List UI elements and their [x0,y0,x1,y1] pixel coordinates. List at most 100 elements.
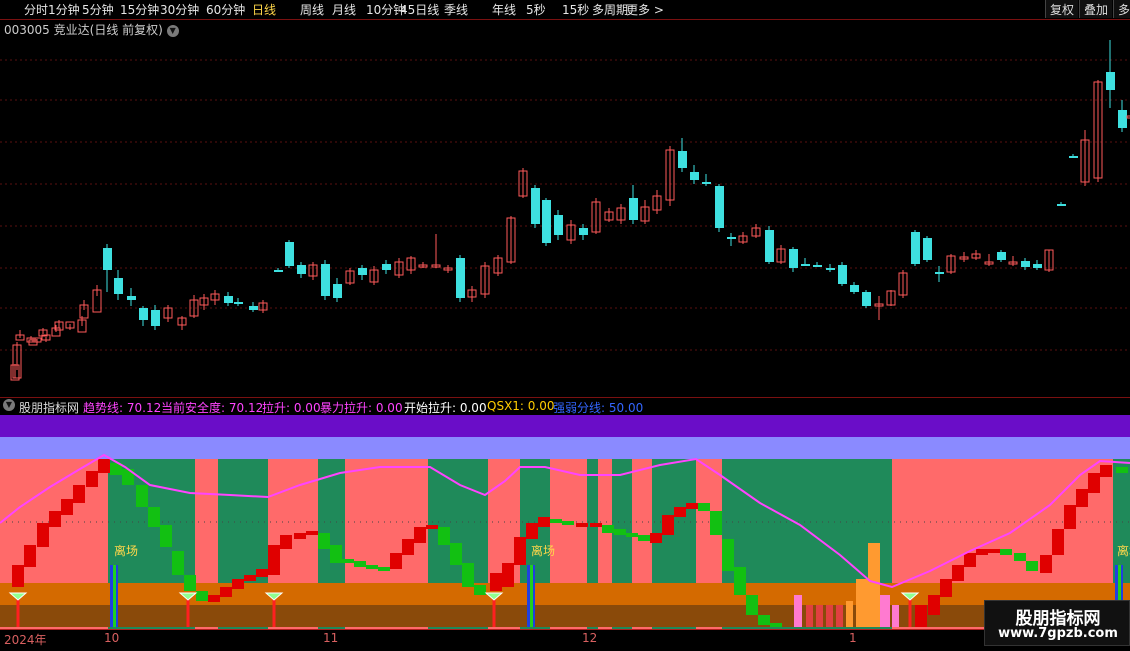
step-bar-down [722,539,734,571]
candle-body [1021,261,1030,267]
step-bar-up [244,575,256,581]
indicator-param-0: 趋势线: 70.12 [83,401,162,415]
date-label-year: 2024年 [4,633,47,647]
step-bar-up [590,523,602,527]
period-tab-13[interactable]: 5秒 [526,1,546,18]
candle-body [850,285,859,292]
volume-bar [892,605,899,627]
candle-body [456,258,465,298]
step-bar-up [686,503,698,509]
step-bar-down [160,525,172,547]
period-tab-7[interactable]: 周线 [300,1,324,18]
step-bar-up [232,579,244,589]
period-tab-12[interactable]: 年线 [492,1,516,18]
candle-body [234,302,243,304]
period-toolbar: 分时 1分钟 5分钟 15分钟 30分钟 60分钟 日线 周线 月线 10分钟 45日线 季线 年线 5秒… [0,0,1130,20]
step-bar-up [1064,505,1076,529]
exit-signal-label-3: 离场 [1117,543,1130,558]
period-tab-16[interactable]: 更多 > [626,1,664,18]
period-tab-4[interactable]: 30分钟 [160,1,199,18]
stock-name: 竞业达 [53,23,90,37]
step-bar-up [1076,489,1088,507]
step-bar-up [988,549,1000,553]
step-bar-up [294,533,306,539]
candle-body [765,230,774,262]
candle-body [838,265,847,284]
indicator-param-4: 开始拉升: 0.00 [404,401,487,415]
step-bar-down [354,561,366,567]
stock-code: 003005 [4,23,50,37]
period-tab-14[interactable]: 15秒 [562,1,589,18]
step-bar-up [662,515,674,535]
step-bar-down [148,507,160,527]
candle-body [554,215,563,235]
period-tab-10[interactable]: 45日线 [400,1,439,18]
step-bar-up [928,595,940,615]
candle-body [321,264,330,296]
period-tab-15[interactable]: 多周期 [592,1,628,18]
step-bar-up [952,565,964,581]
candle-body [274,270,283,272]
candle-body [103,248,112,270]
more-cycles-button[interactable]: 多 [1113,0,1130,18]
step-bar-up [490,573,502,591]
candle-body [139,308,148,320]
step-bar-up [940,579,952,597]
exit-signal-core [113,565,116,627]
exit-signal-label-1: 离场 [114,543,138,558]
step-bar-up [426,525,438,529]
candle-body [579,228,588,235]
exit-signal-core [530,565,533,627]
step-bar-down [710,511,722,535]
step-bar-up [502,563,514,587]
overlay-button[interactable]: 叠加 [1079,0,1113,18]
period-tab-5[interactable]: 60分钟 [206,1,245,18]
candle-body [1118,110,1127,128]
step-bar-up [49,511,61,527]
chevron-down-icon[interactable]: ▼ [166,24,179,37]
period-tab-6[interactable]: 日线 [252,1,276,18]
step-bar-down [1000,549,1012,555]
candle-body [151,310,160,326]
candle-body [715,186,724,228]
date-label-jan: 1 [849,631,857,645]
indicator-param-6: 强弱分线: 50.00 [553,401,644,415]
step-bar-down [172,551,184,575]
step-bar-down [1014,553,1026,561]
step-bar-down [602,525,614,533]
step-bar-down [698,503,710,511]
step-bar-up [220,587,232,597]
candle-body [789,249,798,268]
step-bar-up [390,553,402,569]
step-bar-down [770,623,782,627]
step-bar-down [562,521,574,525]
date-label-oct: 10 [104,631,120,645]
period-tab-8[interactable]: 月线 [332,1,356,18]
candle-body [114,278,123,294]
candle-body [224,296,233,303]
volume-bar [816,605,823,627]
period-tab-11[interactable]: 季线 [444,1,468,18]
period-tab-2[interactable]: 5分钟 [82,1,114,18]
period-tab-1[interactable]: 1分钟 [48,1,80,18]
step-bar-down [550,519,562,523]
volume-bar [836,605,843,627]
step-bar-down [1026,561,1038,571]
indicator-chevron-icon[interactable]: ▼ [3,399,15,411]
period-label: (日线 前复权) [89,23,163,37]
step-bar-down [626,533,638,537]
candle-body [542,200,551,243]
period-tab-3[interactable]: 15分钟 [120,1,159,18]
period-tab-0[interactable]: 分时 [24,1,48,18]
exit-signal-label-2: 离场 [531,543,555,558]
candle-body [862,292,871,306]
candle-body [1057,204,1066,206]
step-bar-down [438,527,450,545]
volume-bar [880,595,890,627]
candle-body [127,296,136,300]
step-bar-down [184,575,196,591]
step-bar-up [915,605,927,627]
candle-body [923,238,932,260]
step-bar-up [256,569,268,577]
restore-rights-button[interactable]: 复权 [1045,0,1079,18]
